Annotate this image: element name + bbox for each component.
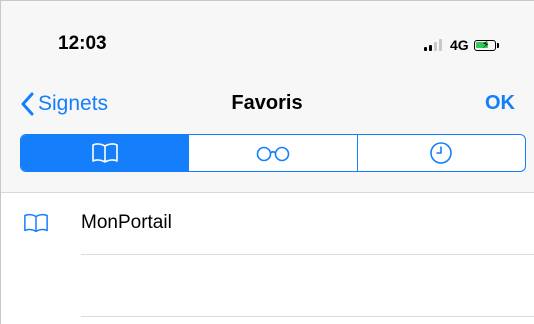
status-time: 12:03	[58, 33, 107, 54]
status-indicators: 4G ⚡	[424, 35, 499, 55]
battery-tip	[496, 42, 499, 48]
tab-history[interactable]	[356, 135, 525, 171]
clock-icon	[430, 142, 453, 164]
list-item-empty	[1, 255, 534, 317]
segmented-control	[20, 134, 526, 172]
tab-reading-list[interactable]	[188, 135, 356, 171]
row-divider	[81, 316, 534, 317]
book-icon	[91, 143, 118, 163]
book-icon	[24, 213, 48, 233]
done-button[interactable]: OK	[485, 92, 515, 115]
battery-charging-icon: ⚡	[473, 39, 496, 51]
chevron-left-icon	[21, 92, 34, 116]
cellular-signal-icon	[424, 39, 444, 51]
network-type: 4G	[450, 37, 469, 53]
back-button[interactable]: Signets	[20, 89, 108, 119]
back-button-label: Signets	[38, 92, 109, 115]
list-item[interactable]: MonPortail	[1, 193, 534, 255]
tab-bookmarks[interactable]	[21, 135, 189, 171]
list-item-label: MonPortail	[81, 212, 172, 233]
reading-glasses-icon	[256, 146, 290, 162]
